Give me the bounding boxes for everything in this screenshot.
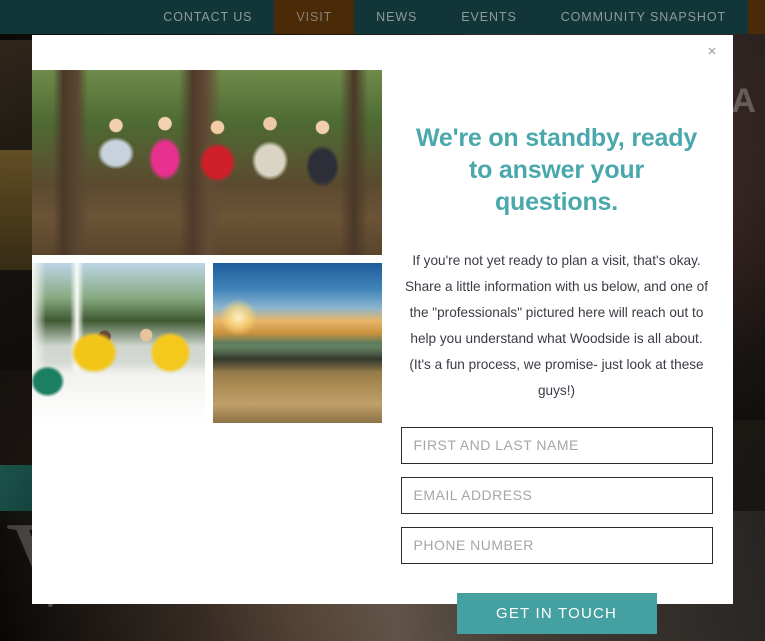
modal-title: We're on standby, ready to answer your q… [415,124,698,216]
golf-course-sunset-photo [213,263,382,423]
modal-description: If you're not yet ready to plan a visit,… [404,253,709,399]
nav-item-community-snapshot[interactable]: COMMUNITY SNAPSHOT [539,0,748,34]
nav-item-events[interactable]: EVENTS [439,0,538,34]
contact-form-panel: We're on standby, ready to answer your q… [382,70,733,634]
email-input[interactable] [400,476,713,514]
get-in-touch-button[interactable]: GET IN TOUCH [456,592,657,634]
background-gold-accent [0,150,34,270]
contact-form: GET IN TOUCH [400,426,713,634]
collage-bottom-row [32,263,382,423]
nav-item-news[interactable]: NEWS [354,0,439,34]
close-icon[interactable]: × [701,40,723,62]
phone-input[interactable] [400,526,713,564]
page-root: V REA CONTACT US VISIT NEWS EVENTS COMMU… [0,0,765,641]
nav-right-strip [748,0,765,34]
nav-item-visit[interactable]: VISIT [274,0,355,34]
top-navigation: CONTACT US VISIT NEWS EVENTS COMMUNITY S… [0,0,748,34]
photo-collage [32,70,382,604]
group-costume-portrait-photo [32,70,382,255]
nav-item-contact-us[interactable]: CONTACT US [141,0,274,34]
poolside-gathering-photo [32,263,205,423]
modal-body: We're on standby, ready to answer your q… [32,35,733,634]
contact-modal: × We're on standby, ready to answer your… [32,35,733,634]
full-name-input[interactable] [400,426,713,464]
